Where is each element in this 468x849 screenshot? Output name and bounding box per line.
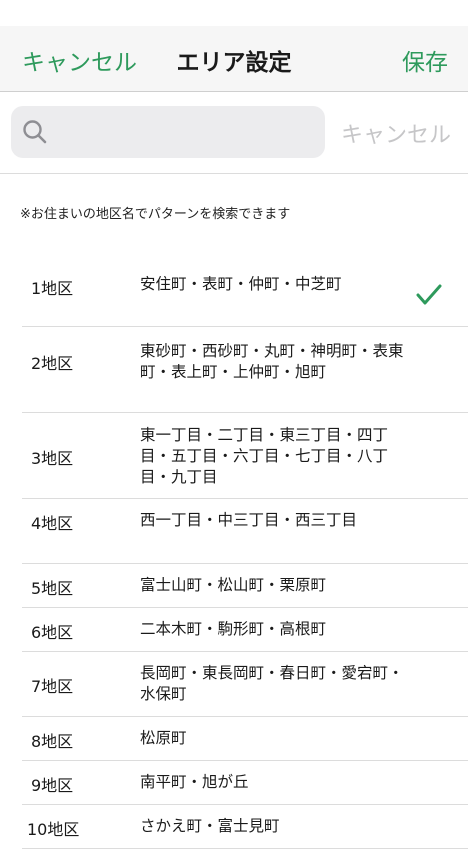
search-field[interactable] [11, 106, 325, 158]
district-towns: 長岡町・東長岡町・春日町・愛宕町・水保町 [140, 664, 404, 703]
district-towns: 東砂町・西砂町・丸町・神明町・表東町・表上町・上仲町・旭町 [140, 342, 404, 381]
district-towns: 西一丁目・中三丁目・西三丁目 [140, 511, 358, 529]
district-row-6[interactable]: 6地区 二本木町・駒形町・高根町 [22, 608, 468, 652]
district-list: 1地区 安住町・表町・仲町・中芝町 2地区 東砂町・西砂町・丸町・神明町・表東町… [0, 238, 468, 849]
district-row-5[interactable]: 5地区 富士山町・松山町・栗原町 [22, 564, 468, 608]
district-row-9[interactable]: 9地区 南平町・旭が丘 [22, 761, 468, 805]
district-towns: 富士山町・松山町・栗原町 [140, 576, 327, 594]
district-towns: 安住町・表町・仲町・中芝町 [140, 275, 342, 293]
district-towns: 南平町・旭が丘 [140, 773, 249, 791]
checkmark-icon [416, 284, 442, 305]
district-towns: さかえ町・富士見町 [140, 817, 280, 835]
district-label: 2地区 [31, 354, 74, 373]
search-cancel-button[interactable]: キャンセル [341, 117, 451, 149]
district-towns: 松原町 [140, 729, 187, 747]
district-towns: 東一丁目・二丁目・東三丁目・四丁目・五丁目・六丁目・七丁目・八丁目・九丁目 [140, 426, 389, 486]
district-label: 7地区 [31, 677, 74, 696]
cancel-button[interactable]: キャンセル [22, 43, 137, 77]
district-row-3[interactable]: 3地区 東一丁目・二丁目・東三丁目・四丁目・五丁目・六丁目・七丁目・八丁目・九丁… [22, 413, 468, 499]
district-row-10[interactable]: 10地区 さかえ町・富士見町 [22, 805, 468, 849]
search-input[interactable] [57, 106, 317, 158]
district-label: 3地区 [31, 449, 74, 468]
district-label: 6地区 [31, 623, 74, 642]
navigation-bar: キャンセル エリア設定 保存 [0, 26, 468, 92]
district-label: 9地区 [31, 776, 74, 795]
district-row-4[interactable]: 4地区 西一丁目・中三丁目・西三丁目 [22, 499, 468, 564]
district-label: 8地区 [31, 732, 74, 751]
district-label: 1地区 [31, 279, 74, 298]
district-row-1[interactable]: 1地区 安住町・表町・仲町・中芝町 [22, 238, 468, 327]
save-button[interactable]: 保存 [402, 43, 448, 77]
search-hint: ※お住まいの地区名でパターンを検索できます [20, 207, 291, 222]
district-row-7[interactable]: 7地区 長岡町・東長岡町・春日町・愛宕町・水保町 [22, 652, 468, 717]
search-icon [23, 120, 47, 144]
status-bar-area [0, 0, 468, 26]
district-towns: 二本木町・駒形町・高根町 [140, 620, 327, 638]
district-label: 10地区 [27, 820, 80, 839]
district-label: 4地区 [31, 514, 74, 533]
district-row-2[interactable]: 2地区 東砂町・西砂町・丸町・神明町・表東町・表上町・上仲町・旭町 [22, 327, 468, 413]
district-row-8[interactable]: 8地区 松原町 [22, 717, 468, 761]
search-bar: キャンセル [0, 92, 468, 174]
district-label: 5地区 [31, 579, 74, 598]
